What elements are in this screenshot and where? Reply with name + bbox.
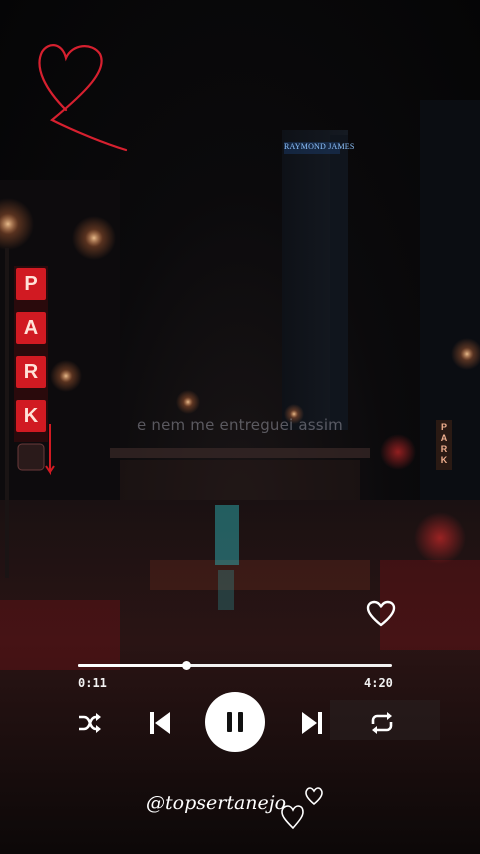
channel-watermark: @topsertanejo bbox=[146, 792, 287, 814]
next-button[interactable] bbox=[298, 708, 326, 738]
shuffle-button[interactable] bbox=[76, 710, 104, 736]
pause-icon bbox=[227, 712, 243, 732]
right-park-letter: R bbox=[440, 444, 448, 454]
total-time: 4:20 bbox=[364, 676, 393, 690]
skip-next-icon bbox=[302, 712, 322, 734]
park-letter: P bbox=[24, 273, 38, 295]
repeat-icon bbox=[371, 712, 393, 734]
lyric-line: e nem me entreguei assim bbox=[137, 416, 343, 434]
repeat-button[interactable] bbox=[368, 709, 396, 737]
video-frame: P A R K RAYMOND JAMES P A R K e nem me e… bbox=[0, 0, 480, 854]
current-time: 0:11 bbox=[78, 676, 107, 690]
progress-fill bbox=[78, 664, 187, 667]
doodle-heart-icon bbox=[38, 44, 128, 152]
park-letter: R bbox=[23, 361, 39, 383]
skip-previous-icon bbox=[150, 712, 170, 734]
like-button[interactable] bbox=[366, 600, 396, 628]
park-sign-letters: P A R K bbox=[16, 268, 46, 432]
previous-button[interactable] bbox=[146, 708, 174, 738]
right-park-letter: A bbox=[440, 433, 448, 443]
progress-bar[interactable] bbox=[78, 661, 392, 670]
heart-outline-icon bbox=[366, 600, 396, 627]
pause-button[interactable] bbox=[205, 692, 265, 752]
double-heart-icon bbox=[281, 787, 323, 830]
shuffle-icon bbox=[79, 713, 101, 733]
building-sign: RAYMOND JAMES bbox=[284, 142, 355, 151]
right-park-letter: K bbox=[440, 455, 448, 465]
park-letter: A bbox=[23, 317, 39, 339]
